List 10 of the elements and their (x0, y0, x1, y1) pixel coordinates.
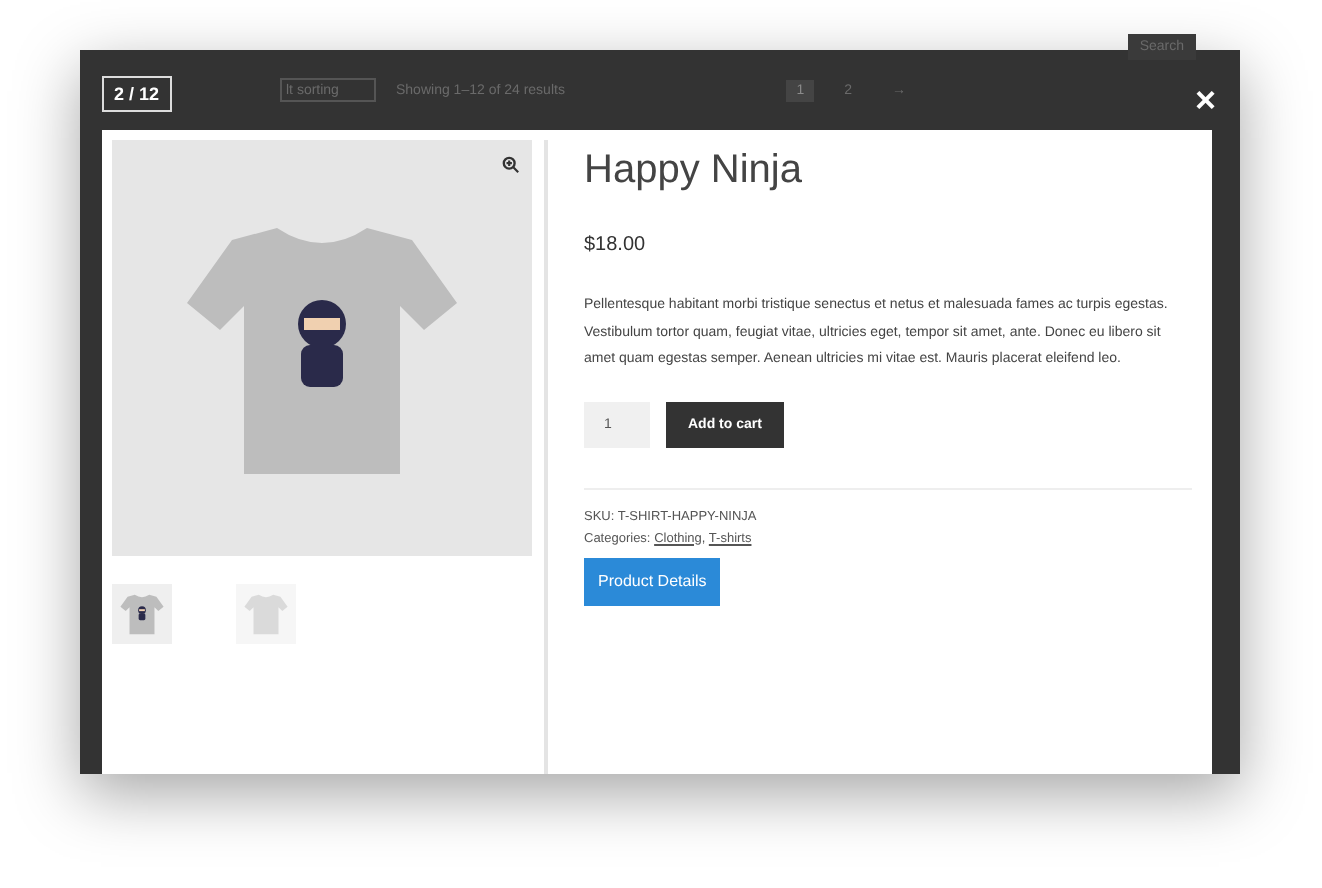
product-details-button[interactable]: Product Details (584, 557, 721, 605)
t-shirt-icon (242, 590, 290, 638)
zoom-icon[interactable] (502, 156, 520, 174)
image-counter: 2 / 12 (102, 76, 172, 112)
product-title: Happy Ninja (584, 148, 804, 194)
thumbnail[interactable] (236, 584, 296, 644)
thumbnail[interactable] (112, 584, 172, 644)
close-button[interactable]: × (1194, 82, 1216, 118)
t-shirt-icon (118, 590, 166, 638)
product-price: $18.00 (584, 234, 648, 256)
